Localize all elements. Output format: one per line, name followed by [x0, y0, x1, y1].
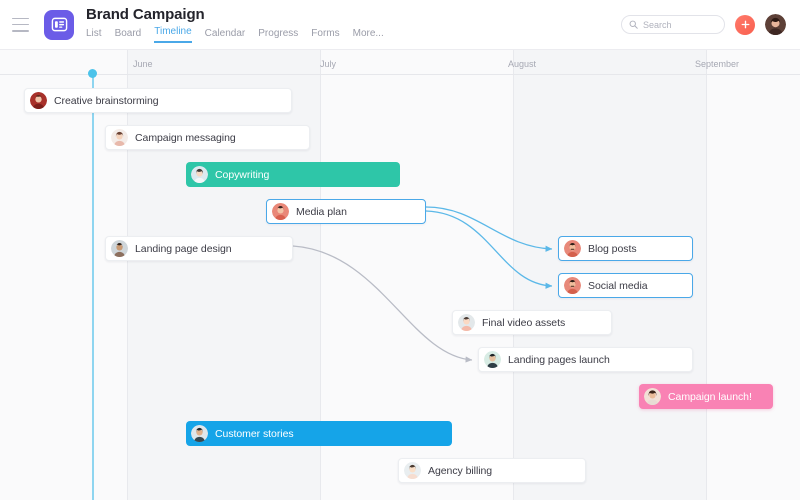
app-header: Brand Campaign List Board Timeline Calen…	[0, 0, 800, 50]
task-bar-media-plan[interactable]: Media plan	[266, 199, 426, 224]
task-bar-landing-pages-launch[interactable]: Landing pages launch	[478, 347, 693, 372]
today-line	[92, 74, 94, 500]
task-label: Landing page design	[135, 243, 232, 255]
tab-forms[interactable]: Forms	[311, 27, 339, 43]
task-bar-social-media[interactable]: Social media	[558, 273, 693, 298]
view-tabs: List Board Timeline Calendar Progress Fo…	[86, 26, 384, 43]
assignee-avatar	[111, 240, 128, 257]
month-label-july: July	[320, 59, 336, 69]
task-label: Creative brainstorming	[54, 95, 159, 107]
search-placeholder: Search	[643, 20, 672, 30]
task-bar-campaign-launch[interactable]: Campaign launch!	[639, 384, 773, 409]
task-bar-customer-stories[interactable]: Customer stories	[186, 421, 452, 446]
tab-calendar[interactable]: Calendar	[205, 27, 246, 43]
search-input[interactable]: Search	[621, 15, 725, 34]
task-bar-blog-posts[interactable]: Blog posts	[558, 236, 693, 261]
assignee-avatar	[272, 203, 289, 220]
tab-list[interactable]: List	[86, 27, 102, 43]
assignee-avatar	[644, 388, 661, 405]
hamburger-line	[12, 18, 29, 20]
page-title: Brand Campaign	[86, 6, 384, 23]
task-label: Copywriting	[215, 169, 269, 181]
task-label: Media plan	[296, 206, 347, 218]
tab-more[interactable]: More...	[353, 27, 384, 43]
avatar[interactable]	[765, 14, 786, 35]
title-and-tabs: Brand Campaign List Board Timeline Calen…	[86, 6, 384, 43]
assignee-avatar	[484, 351, 501, 368]
timeline-canvas[interactable]: June July August September Creative brai…	[0, 50, 800, 500]
task-bar-creative-brainstorming[interactable]: Creative brainstorming	[24, 88, 292, 113]
task-label: Agency billing	[428, 465, 492, 477]
assignee-avatar	[191, 166, 208, 183]
month-divider	[706, 50, 707, 500]
task-label: Social media	[588, 280, 648, 292]
assignee-avatar	[458, 314, 475, 331]
add-task-button[interactable]	[735, 15, 755, 35]
tab-progress[interactable]: Progress	[258, 27, 298, 43]
tab-timeline[interactable]: Timeline	[154, 25, 191, 43]
tab-board[interactable]: Board	[115, 27, 142, 43]
project-board-icon[interactable]	[44, 10, 74, 40]
task-bar-final-video-assets[interactable]: Final video assets	[452, 310, 612, 335]
plus-icon	[741, 20, 750, 29]
task-bar-agency-billing[interactable]: Agency billing	[398, 458, 586, 483]
assignee-avatar	[404, 462, 421, 479]
task-label: Campaign launch!	[668, 391, 752, 403]
assignee-avatar	[564, 240, 581, 257]
hamburger-line	[12, 24, 29, 26]
hamburger-icon[interactable]	[12, 18, 34, 32]
task-label: Campaign messaging	[135, 132, 236, 144]
hamburger-line	[12, 30, 29, 32]
month-divider	[127, 50, 128, 500]
timeline-header-rule	[0, 74, 800, 75]
assignee-avatar	[191, 425, 208, 442]
month-label-august: August	[508, 59, 536, 69]
search-icon	[629, 20, 638, 29]
assignee-avatar	[30, 92, 47, 109]
month-label-june: June	[133, 59, 153, 69]
assignee-avatar	[564, 277, 581, 294]
task-label: Final video assets	[482, 317, 565, 329]
today-marker-dot[interactable]	[88, 69, 97, 78]
task-bar-landing-page-design[interactable]: Landing page design	[105, 236, 293, 261]
task-bar-copywriting[interactable]: Copywriting	[186, 162, 400, 187]
task-bar-campaign-messaging[interactable]: Campaign messaging	[105, 125, 310, 150]
task-label: Customer stories	[215, 428, 294, 440]
task-label: Landing pages launch	[508, 354, 610, 366]
header-actions: Search	[621, 14, 786, 35]
month-label-september: September	[695, 59, 739, 69]
month-divider	[513, 50, 514, 500]
assignee-avatar	[111, 129, 128, 146]
task-label: Blog posts	[588, 243, 637, 255]
